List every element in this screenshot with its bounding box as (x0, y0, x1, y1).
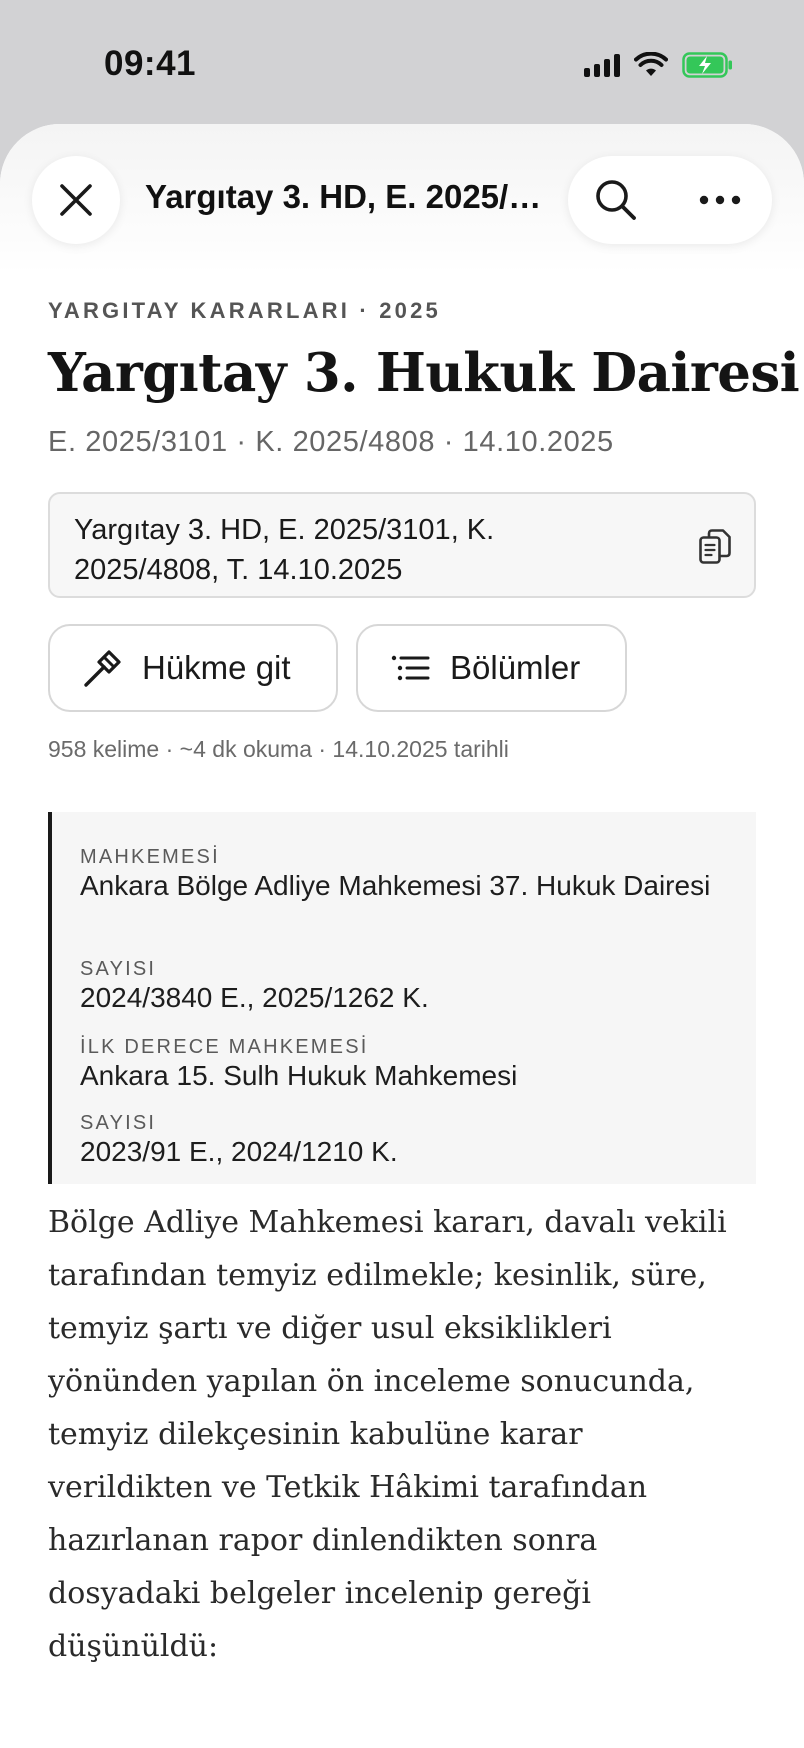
document-title: Yargıtay 3. Hukuk Dairesi (48, 342, 800, 404)
cellular-signal-icon (584, 53, 620, 77)
document-kicker: YARGITAY KARARLARI · 2025 (48, 298, 441, 323)
search-button[interactable] (590, 174, 642, 226)
more-options-button[interactable] (690, 174, 750, 226)
citation-box: Yargıtay 3. HD, E. 2025/3101, K. 2025/48… (48, 492, 756, 598)
go-to-verdict-button[interactable]: Hükme git (48, 624, 338, 712)
page-title: Yargıtay 3. HD, E. 2025/3101, K. 2025/48… (145, 178, 545, 215)
wifi-icon (634, 52, 668, 76)
search-icon (596, 180, 636, 220)
close-button[interactable] (32, 156, 120, 244)
gavel-icon (82, 647, 124, 689)
close-icon (60, 184, 92, 216)
sections-button[interactable]: Bölümler (356, 624, 627, 712)
header-actions (568, 156, 772, 244)
battery-charging-icon (682, 52, 732, 78)
list-icon (390, 647, 432, 689)
status-bar: 09:41 (0, 0, 804, 124)
go-to-verdict-label: Hükme git (142, 649, 291, 686)
status-time: 09:41 (104, 44, 197, 83)
reading-stats: 958 kelime · ~4 dk okuma · 14.10.2025 ta… (48, 736, 509, 762)
citation-text: Yargıtay 3. HD, E. 2025/3101, K. 2025/48… (74, 514, 495, 586)
decision-body-paragraph: Bölge Adliye Mahkemesi kararı, davalı ve… (48, 1205, 727, 1664)
document-sheet: Yargıtay 3. HD, E. 2025/3101, K. 2025/48… (0, 124, 804, 1748)
court-number-value: 2024/3840 E., 2025/1262 K. (80, 982, 429, 1013)
sections-label: Bölümler (450, 649, 581, 686)
court-info-block: MAHKEMESİ Ankara Bölge Adliye Mahkemesi … (48, 812, 756, 1184)
copy-icon[interactable] (698, 528, 732, 566)
first-instance-court-value: Ankara 15. Sulh Hukuk Mahkemesi (80, 1060, 518, 1091)
status-icons (584, 50, 734, 80)
document-meta: E. 2025/3101 · K. 2025/4808 · 14.10.2025 (48, 426, 614, 458)
top-bar: Yargıtay 3. HD, E. 2025/3101, K. 2025/48… (0, 124, 804, 274)
court-value: Ankara Bölge Adliye Mahkemesi 37. Hukuk … (80, 870, 711, 901)
more-icon (699, 195, 741, 205)
first-instance-number-value: 2023/91 E., 2024/1210 K. (80, 1136, 398, 1167)
